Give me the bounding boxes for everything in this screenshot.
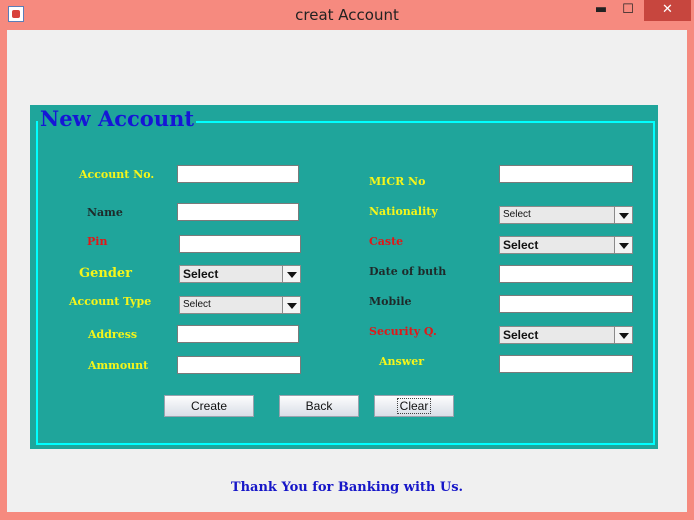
chevron-down-icon[interactable] [614, 327, 632, 343]
mobile-label: Mobile [369, 295, 412, 308]
gender-label: Gender [79, 266, 133, 281]
nationality-label: Nationality [369, 205, 438, 218]
amount-field[interactable] [177, 356, 301, 374]
security-question-selected-value: Select [503, 328, 539, 342]
caste-selected-value: Select [503, 238, 539, 252]
micr-no-label: MICR No [369, 175, 426, 188]
dob-field[interactable] [499, 265, 633, 283]
caste-label: Caste [369, 235, 404, 248]
create-button[interactable]: Create [164, 395, 254, 417]
dob-label: Date of buth [369, 265, 447, 278]
gender-select[interactable]: Select [179, 265, 301, 283]
pin-field[interactable] [179, 235, 301, 253]
maximize-button[interactable]: ☐ [615, 0, 641, 21]
account-type-selected-value: Select [183, 299, 211, 310]
name-field[interactable] [177, 203, 299, 221]
answer-label: Answer [379, 355, 424, 368]
panel-title: New Account [38, 106, 197, 132]
minimize-button[interactable]: ▬ [588, 0, 614, 21]
nationality-select[interactable]: Select [499, 206, 633, 224]
chevron-down-icon[interactable] [282, 297, 300, 313]
address-field[interactable] [177, 325, 299, 343]
name-label: Name [87, 206, 123, 219]
clear-button-label: Clear [396, 398, 432, 414]
title-bar: creat Account ▬ ☐ ✕ [0, 0, 694, 30]
nationality-selected-value: Select [503, 209, 531, 220]
address-label: Address [88, 328, 138, 341]
micr-no-field[interactable] [499, 165, 633, 183]
account-type-label: Account Type [69, 295, 152, 308]
amount-label: Ammount [88, 359, 149, 372]
chevron-down-icon[interactable] [614, 237, 632, 253]
pin-label: Pin [87, 235, 108, 248]
chevron-down-icon[interactable] [614, 207, 632, 223]
security-question-label: Security Q. [369, 325, 437, 338]
gender-selected-value: Select [183, 267, 219, 281]
footer-message: Thank You for Banking with Us. [230, 480, 464, 495]
clear-button[interactable]: Clear [374, 395, 454, 417]
back-button[interactable]: Back [279, 395, 359, 417]
caste-select[interactable]: Select [499, 236, 633, 254]
chevron-down-icon[interactable] [282, 266, 300, 282]
account-no-field[interactable] [177, 165, 299, 183]
mobile-field[interactable] [499, 295, 633, 313]
answer-field[interactable] [499, 355, 633, 373]
security-question-select[interactable]: Select [499, 326, 633, 344]
close-button[interactable]: ✕ [644, 0, 691, 21]
account-type-select[interactable]: Select [179, 296, 301, 314]
account-no-label: Account No. [79, 168, 155, 181]
